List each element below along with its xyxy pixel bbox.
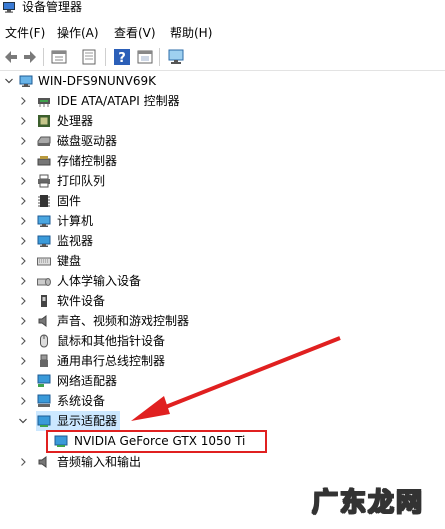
tree-item-label: IDE ATA/ATAPI 控制器 [57, 94, 180, 108]
chevron-right-icon[interactable] [18, 452, 28, 472]
printer-icon [38, 174, 50, 188]
tree-item-label: 键盘 [57, 254, 82, 268]
chevron-right-icon[interactable] [18, 371, 28, 391]
sound-icon [38, 315, 47, 327]
tree-item-label: 磁盘驱动器 [57, 134, 118, 148]
chevron-right-icon[interactable] [18, 151, 28, 171]
tree-root[interactable]: WIN-DFS9NUNV69K [0, 71, 445, 91]
tree-item-print-queue[interactable]: 打印队列 [0, 171, 445, 191]
hid-icon [37, 278, 51, 286]
tree-item-label: 声音、视频和游戏控制器 [57, 314, 190, 328]
chevron-down-icon[interactable] [4, 71, 14, 91]
tree-item-computer[interactable]: 计算机 [0, 211, 445, 231]
keyboard-icon [37, 257, 51, 266]
chevron-right-icon[interactable] [18, 311, 28, 331]
menu-help[interactable]: 帮助(H) [168, 23, 214, 43]
tree-item-label: 存储控制器 [57, 154, 118, 168]
chevron-right-icon[interactable] [18, 91, 28, 111]
tree-item-label: 鼠标和其他指针设备 [57, 334, 166, 348]
tree-item-usb[interactable]: 通用串行总线控制器 [0, 351, 445, 371]
tree-item-label: 固件 [57, 194, 82, 208]
chevron-right-icon[interactable] [18, 231, 28, 251]
system-device-icon [37, 394, 51, 407]
tree-item-storage[interactable]: 存储控制器 [0, 151, 445, 171]
usb-icon [40, 354, 48, 367]
monitor-icon[interactable] [167, 48, 185, 66]
computer-root-icon [19, 75, 33, 87]
firmware-icon [38, 195, 50, 207]
tree-item-label: 监视器 [57, 234, 94, 248]
menu-file[interactable]: 文件(F) [3, 23, 47, 43]
tree-root-label: WIN-DFS9NUNV69K [38, 74, 156, 88]
chevron-right-icon[interactable] [18, 351, 28, 371]
tree-item-label: 网络适配器 [57, 374, 118, 388]
tree-item-software[interactable]: 软件设备 [0, 291, 445, 311]
tree-item-audio-io[interactable]: 音频输入和输出 [0, 452, 445, 472]
network-adapter-icon [37, 374, 51, 387]
watermark-logo: 广东龙网 [311, 484, 442, 524]
help-icon[interactable]: ? [113, 48, 131, 66]
toolbar: ? [0, 44, 445, 71]
software-device-icon [41, 295, 47, 307]
chevron-down-icon[interactable] [18, 411, 28, 431]
display-adapter-icon [37, 415, 51, 427]
tree-item-display-adapters[interactable]: 显示适配器 [0, 411, 445, 431]
chevron-right-icon[interactable] [18, 251, 28, 271]
tree-item-label: 人体学输入设备 [57, 274, 142, 288]
window-title: 设备管理器 [22, 0, 83, 14]
tree-item-monitor[interactable]: 监视器 [0, 231, 445, 251]
tree-item-disk[interactable]: 磁盘驱动器 [0, 131, 445, 151]
tree-item-label: 系统设备 [57, 394, 106, 408]
tree-item-system[interactable]: 系统设备 [0, 391, 445, 411]
storage-controller-icon [37, 156, 51, 166]
tree-item-firmware[interactable]: 固件 [0, 191, 445, 211]
chevron-right-icon[interactable] [18, 131, 28, 151]
chevron-right-icon[interactable] [18, 291, 28, 311]
chevron-right-icon[interactable] [18, 191, 28, 211]
mouse-icon [40, 334, 48, 348]
svg-text:?: ? [118, 51, 126, 66]
menu-bar: 文件(F) 操作(A) 查看(V) 帮助(H) [0, 23, 445, 43]
chevron-right-icon[interactable] [18, 331, 28, 351]
tree-item-keyboard[interactable]: 键盘 [0, 251, 445, 271]
show-hidden-icon[interactable] [136, 48, 154, 66]
annotation-box [46, 430, 267, 453]
tree-item-label: 音频输入和输出 [57, 455, 142, 469]
back-arrow-icon[interactable] [2, 48, 20, 66]
watermark-text: 广东龙网 [311, 487, 425, 518]
chevron-right-icon[interactable] [18, 171, 28, 191]
properties-icon[interactable] [50, 48, 68, 66]
monitor-icon [37, 235, 51, 247]
tree-item-ide[interactable]: IDE ATA/ATAPI 控制器 [0, 91, 445, 111]
menu-view[interactable]: 查看(V) [112, 23, 158, 43]
tree-item-processor[interactable]: 处理器 [0, 111, 445, 131]
device-manager-icon [3, 2, 15, 13]
chevron-right-icon[interactable] [18, 211, 28, 231]
tree-item-label: 通用串行总线控制器 [57, 354, 166, 368]
processor-icon [38, 115, 50, 127]
chevron-right-icon[interactable] [18, 271, 28, 291]
menu-action[interactable]: 操作(A) [55, 23, 101, 43]
chevron-right-icon[interactable] [18, 111, 28, 131]
computer-icon [37, 215, 51, 227]
chevron-right-icon[interactable] [18, 391, 28, 411]
tree-item-label: 处理器 [57, 114, 94, 128]
tree-item-label: 软件设备 [57, 294, 106, 308]
tree-item-sound[interactable]: 声音、视频和游戏控制器 [0, 311, 445, 331]
disk-drive-icon [37, 136, 51, 146]
audio-io-icon [38, 456, 47, 468]
tree-item-hid[interactable]: 人体学输入设备 [0, 271, 445, 291]
ide-controller-icon [38, 98, 50, 107]
tree-item-label: 计算机 [57, 214, 94, 228]
tree-item-mouse[interactable]: 鼠标和其他指针设备 [0, 331, 445, 351]
tree-item-network[interactable]: 网络适配器 [0, 371, 445, 391]
tree-item-label: 显示适配器 [57, 414, 118, 428]
update-driver-icon[interactable] [80, 48, 98, 66]
forward-arrow-icon[interactable] [21, 48, 39, 66]
title-bar: 设备管理器 [0, 0, 445, 20]
tree-item-label: 打印队列 [57, 174, 106, 188]
